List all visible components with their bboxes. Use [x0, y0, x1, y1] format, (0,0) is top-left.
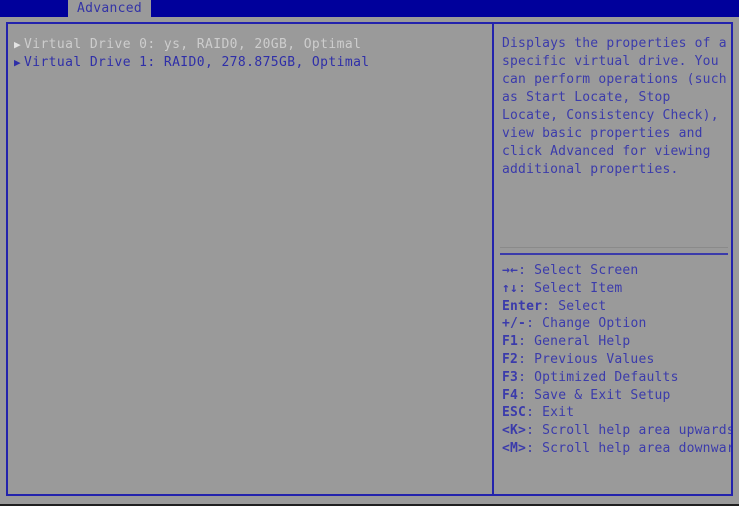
tab-advanced[interactable]: Advanced [68, 0, 152, 17]
virtual-drive-list: ▶ Virtual Drive 0: ys, RAID0, 20GB, Optim… [8, 36, 492, 72]
virtual-drive-1-label: Virtual Drive 1: RAID0, 278.875GB, Optim… [24, 55, 370, 70]
legend-keys: ↑↓ [502, 280, 519, 296]
legend-keys: <K> [502, 423, 527, 439]
legend-keys: F2 [502, 351, 519, 367]
legend-item-f4: F4: Save & Exit Setup [502, 387, 731, 405]
list-item[interactable]: ▶ Virtual Drive 0: ys, RAID0, 20GB, Optim… [8, 36, 492, 54]
key-legend: →←: Select Screen ↑↓: Select Item Enter:… [502, 262, 731, 458]
legend-item-f1: F1: General Help [502, 333, 731, 351]
legend-desc: : Change Option [526, 316, 647, 332]
legend-keys: F1 [502, 334, 519, 350]
help-separator [500, 253, 728, 255]
setup-window-frame: ▶ Virtual Drive 0: ys, RAID0, 20GB, Optim… [6, 22, 733, 496]
legend-keys: Enter [502, 298, 543, 314]
legend-desc: : Select Item [518, 280, 623, 296]
virtual-drive-0-label: Virtual Drive 0: ys, RAID0, 20GB, Optima… [24, 37, 362, 52]
legend-desc: : Scroll help area upwards [526, 423, 731, 439]
legend-desc: : Save & Exit Setup [518, 387, 671, 403]
legend-keys: F3 [502, 369, 519, 385]
drive-list-pane: ▶ Virtual Drive 0: ys, RAID0, 20GB, Optim… [8, 24, 492, 494]
legend-desc: : Exit [526, 405, 575, 421]
legend-item-f3: F3: Optimized Defaults [502, 369, 731, 387]
legend-desc: : General Help [518, 334, 631, 350]
help-description-text: Displays the properties of a specific vi… [502, 36, 727, 177]
legend-keys: ESC [502, 405, 527, 421]
legend-desc: : Previous Values [518, 351, 655, 367]
legend-item-scroll-down: <M>: Scroll help area downwards [502, 440, 731, 458]
help-separator-shadow [500, 247, 728, 248]
legend-desc: : Scroll help area downwards [526, 440, 731, 456]
list-item[interactable]: ▶ Virtual Drive 1: RAID0, 278.875GB, Opti… [8, 54, 492, 72]
legend-item-change-option: +/-: Change Option [502, 315, 731, 333]
legend-desc: : Optimized Defaults [518, 369, 679, 385]
expand-triangle-icon: ▶ [14, 38, 22, 51]
menu-bar: Advanced [0, 0, 739, 17]
legend-item-esc: ESC: Exit [502, 404, 731, 422]
legend-item-enter: Enter: Select [502, 298, 731, 316]
help-pane: Displays the properties of a specific vi… [494, 24, 731, 494]
legend-keys: <M> [502, 440, 527, 456]
legend-item-scroll-up: <K>: Scroll help area upwards [502, 422, 731, 440]
legend-item-select-item: ↑↓: Select Item [502, 280, 731, 298]
legend-keys: +/- [502, 316, 527, 332]
legend-desc: : Select [542, 298, 607, 314]
legend-keys: F4 [502, 387, 519, 403]
legend-keys: →← [502, 263, 519, 278]
expand-triangle-icon: ▶ [14, 56, 22, 69]
legend-item-select-screen: →←: Select Screen [502, 262, 731, 280]
legend-desc: : Select Screen [518, 263, 639, 278]
bios-setup-screen: Advanced ▶ Virtual Drive 0: ys, RAID0, 20… [0, 0, 739, 506]
legend-item-f2: F2: Previous Values [502, 351, 731, 369]
